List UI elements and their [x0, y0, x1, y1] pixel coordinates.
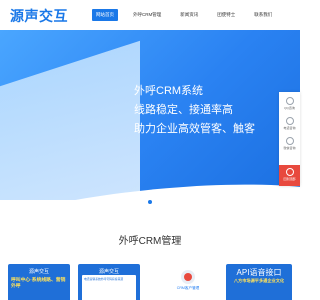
crm-icon: [184, 273, 192, 281]
wechat-icon: [285, 137, 294, 145]
product-card[interactable]: API语音接口 八方市场源平多通企业文化: [226, 264, 292, 300]
card-text: 呼叫中心·系统线路、营销外呼: [11, 278, 66, 289]
site-logo[interactable]: 源声交互: [10, 6, 68, 26]
sidebar-label: 电话咨询: [283, 126, 296, 130]
sidebar-label: 回到顶部: [283, 177, 296, 181]
phone-icon: [285, 117, 294, 125]
sidebar-label: 微信咨询: [283, 146, 296, 150]
card-tag: 源声交互: [98, 269, 120, 275]
product-card[interactable]: 源声交互 呼叫中心·系统线路、营销外呼: [8, 264, 70, 300]
nav-item-news[interactable]: 新闻资讯: [176, 9, 202, 21]
site-header: 源声交互 网站首页 外呼CRM管理 新闻资讯 团使特士 联系我们: [0, 0, 300, 30]
sidebar-item-wechat[interactable]: 微信咨询: [279, 137, 300, 150]
nav-item-crm[interactable]: 外呼CRM管理: [129, 9, 165, 21]
nav-item-team[interactable]: 团使特士: [213, 9, 239, 21]
product-cards: 源声交互 呼叫中心·系统线路、营销外呼 源声交互 电话营销系统外呼号码获客来源 …: [8, 264, 292, 300]
product-card[interactable]: 源声交互 电话营销系统外呼号码获客来源: [78, 264, 140, 300]
back-to-top-button[interactable]: 回到顶部: [279, 165, 300, 186]
hero-subtitle: 线路稳定、接通率高: [134, 104, 233, 116]
section-title: 外呼CRM管理: [118, 236, 182, 247]
hero-banner: 外呼CRM系统 线路稳定、接通率高 助力企业高效管客、触客: [0, 30, 300, 200]
card-subtext: 八方市场源平多通企业文化: [233, 278, 285, 283]
sidebar-item-phone[interactable]: 电话咨询: [279, 117, 300, 130]
hero-tagline: 助力企业高效管客、触客: [134, 123, 255, 135]
card-headline: API语音接口: [236, 268, 282, 277]
nav-item-home[interactable]: 网站首页: [92, 9, 118, 21]
product-card[interactable]: CRM客户管理: [158, 264, 218, 300]
hero-title: 外呼CRM系统: [134, 85, 204, 97]
arrow-up-icon: [285, 168, 294, 176]
main-nav: 网站首页 外呼CRM管理 新闻资讯 团使特士 联系我们: [92, 9, 287, 21]
nav-item-contact[interactable]: 联系我们: [250, 9, 276, 21]
qq-icon: [285, 97, 294, 105]
card-text: 电话营销系统外呼号码获客来源: [84, 277, 124, 281]
hero-decoration-panel: [0, 40, 140, 200]
sidebar-label: QQ咨询: [284, 106, 295, 110]
card-label: CRM客户管理: [176, 286, 200, 290]
sidebar-item-qq[interactable]: QQ咨询: [279, 97, 300, 110]
card-tag: 源声交互: [28, 269, 50, 275]
carousel-dot[interactable]: [148, 200, 152, 204]
crm-badge: [181, 270, 195, 284]
